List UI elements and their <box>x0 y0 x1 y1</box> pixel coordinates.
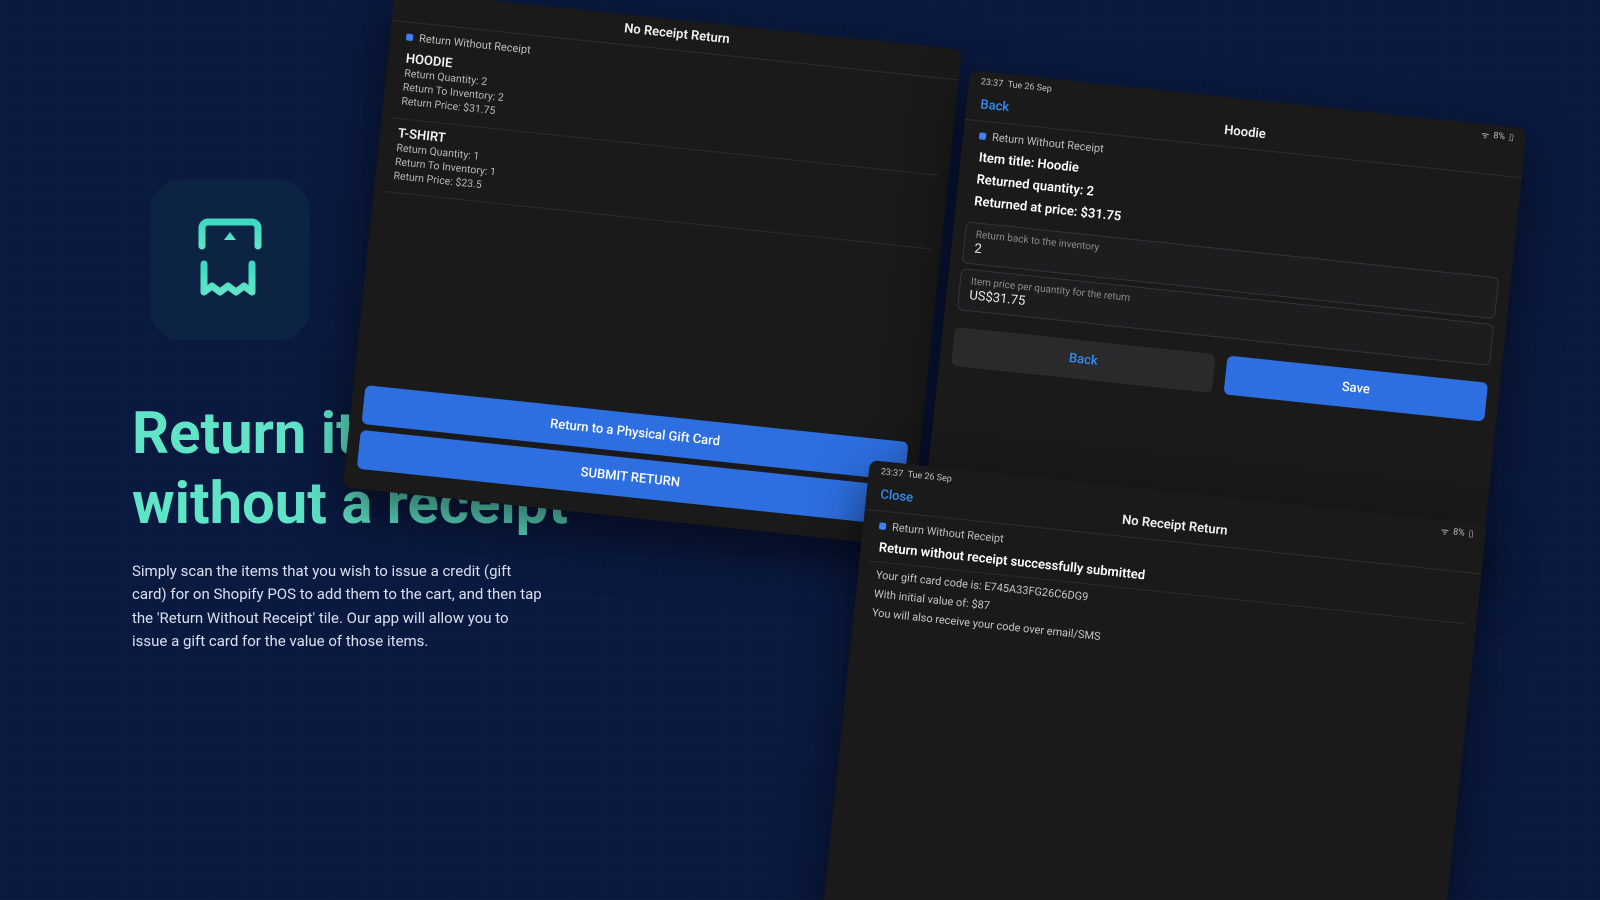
receipt-logo-icon <box>180 210 280 310</box>
back-button[interactable]: Back <box>951 327 1216 393</box>
page-title: No Receipt Return <box>1121 512 1228 538</box>
breadcrumb-dot-icon <box>406 33 414 41</box>
breadcrumb-dot-icon <box>979 132 987 140</box>
screenshot-success: 23:37 Tue 26 Sep ᯤ 8% ▯ Close No Receipt… <box>818 460 1487 900</box>
app-icon <box>150 180 310 340</box>
page-title: No Receipt Return <box>624 21 731 47</box>
breadcrumb-dot-icon <box>879 522 887 530</box>
battery-icon: ▯ <box>1468 529 1474 539</box>
page-title: Hoodie <box>1224 122 1267 141</box>
back-link[interactable]: Back <box>980 97 1010 115</box>
status-indicators: ᯤ 8% ▯ <box>1481 128 1515 144</box>
battery-icon: ▯ <box>1508 132 1514 142</box>
wifi-icon: ᯤ <box>1440 524 1450 538</box>
close-link[interactable]: Close <box>880 487 914 505</box>
wifi-icon: ᯤ <box>1481 128 1491 142</box>
battery-label: 8% <box>1493 131 1506 142</box>
battery-label: 8% <box>1453 527 1466 538</box>
save-button[interactable]: Save <box>1223 355 1488 421</box>
status-indicators: ᯤ 8% ▯ <box>1440 524 1474 540</box>
marketing-subtext: Simply scan the items that you wish to i… <box>132 560 542 653</box>
